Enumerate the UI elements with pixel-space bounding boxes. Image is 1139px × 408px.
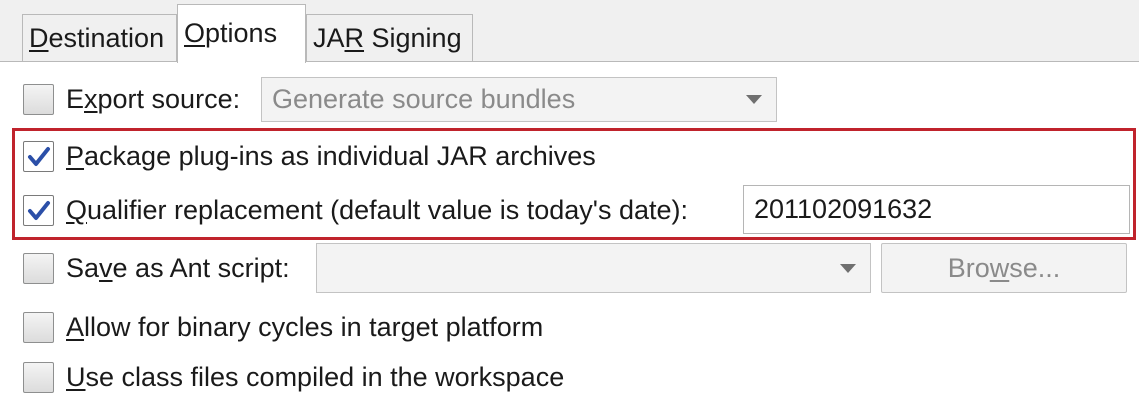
tab-mnemonic: R [344,23,365,53]
tab-label-part: Signing [364,23,462,53]
tab-mnemonic: D [29,23,49,53]
browse-button[interactable]: Browse... [881,243,1127,293]
class-files-checkbox[interactable] [23,362,54,393]
export-source-combo[interactable]: Generate source bundles [261,77,777,122]
label-text-part: x [84,84,98,114]
export-options-panel: Destination Options JAR Signing Export s… [0,0,1139,408]
qualifier-checkbox[interactable] [23,195,54,226]
package-plugins-row: Package plug-ins as individual JAR archi… [0,130,1139,182]
label-text-part: P [66,141,85,171]
tab-divider [0,61,1139,62]
checkmark-icon [28,147,50,166]
label-text-part: ackage plug-ins as individual JAR archiv… [84,141,596,171]
tab-mnemonic: O [184,18,206,48]
export-source-row: Export source: Generate source bundles [0,73,1139,125]
label-text-part: Sa [66,253,100,283]
class-files-label: Use class files compiled in the workspac… [66,351,564,403]
checkmark-icon [28,201,50,220]
qualifier-row: Qualifier replacement (default value is … [0,184,1139,236]
tab-options[interactable]: Options [177,4,306,63]
ant-script-label: Save as Ant script: [66,242,290,294]
tab-label-part: JA [313,23,345,53]
ant-script-row: Save as Ant script: Browse... [0,242,1139,294]
package-plugins-label: Package plug-ins as individual JAR archi… [66,130,596,182]
binary-cycles-row: Allow for binary cycles in target platfo… [0,301,1139,353]
tab-label-part: ptions [205,18,278,48]
label-text-part: E [66,84,85,114]
label-text-part: llow for binary cycles in target platfor… [84,312,544,342]
label-text-part: port source: [97,84,241,114]
class-files-row: Use class files compiled in the workspac… [0,351,1139,403]
label-text-part: U [66,362,86,392]
label-text-part: Q [66,195,88,225]
ant-script-checkbox[interactable] [23,253,54,284]
export-source-combo-value: Generate source bundles [272,84,576,114]
tab-destination[interactable]: Destination [22,14,177,62]
label-text-part: v [99,253,113,283]
export-source-checkbox[interactable] [23,84,54,115]
label-text-part: ualifier replacement (default value is t… [87,195,688,225]
binary-cycles-checkbox[interactable] [23,312,54,343]
binary-cycles-label: Allow for binary cycles in target platfo… [66,301,543,353]
label-text-part: A [66,312,85,342]
label-text-part: se... [1009,253,1061,283]
chevron-down-icon [840,264,856,273]
chevron-down-icon [746,95,762,104]
export-source-label: Export source: [66,73,240,125]
label-text-part: w [989,253,1010,283]
tab-strip: Destination Options JAR Signing [0,0,1139,63]
qualifier-label: Qualifier replacement (default value is … [66,184,688,236]
label-text-part: e as Ant script: [112,253,290,283]
package-plugins-checkbox[interactable] [23,141,54,172]
ant-script-combo[interactable] [316,243,871,293]
tab-jar-signing[interactable]: JAR Signing [306,14,473,62]
tab-label-part: estination [48,23,165,53]
label-text-part: Bro [947,253,990,283]
qualifier-input[interactable]: 201102091632 [743,185,1130,234]
label-text-part: se class files compiled in the workspace [85,362,565,392]
